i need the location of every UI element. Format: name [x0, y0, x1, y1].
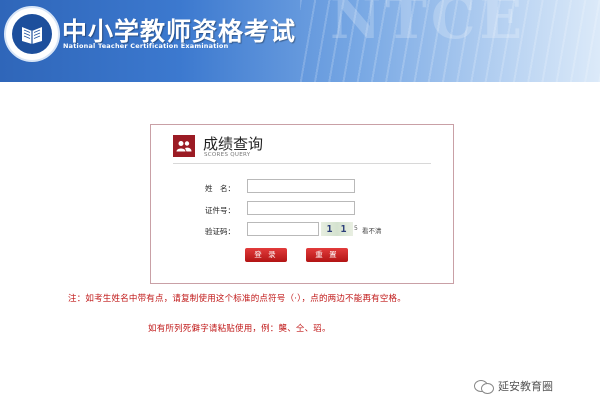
banner-subtitle: National Teacher Certification Examinati…: [63, 42, 229, 50]
users-icon: [173, 135, 195, 157]
logo-icon: [4, 6, 60, 62]
name-input[interactable]: [247, 179, 355, 193]
banner-watermark: NTCE: [330, 0, 527, 52]
id-number-input[interactable]: [247, 201, 355, 215]
header-banner: NTCE 中小学教师资格考试 National Teacher Certific…: [0, 0, 600, 82]
reset-button[interactable]: 重 置: [306, 248, 348, 262]
id-label: 证件号：: [205, 206, 235, 215]
note-rare-characters: 如有所列死僻字请粘贴使用，例：龑、仝、瑫。: [148, 324, 331, 334]
panel-divider: [173, 163, 431, 164]
login-button[interactable]: 登 录: [245, 248, 287, 262]
wechat-icon: [474, 379, 494, 394]
captcha-input[interactable]: [247, 222, 319, 236]
name-label: 姓 名：: [205, 184, 235, 193]
footer-label: 延安教育圈: [498, 380, 553, 393]
panel-subtitle: SCORES QUERY: [204, 152, 251, 158]
captcha-suffix: 5: [354, 225, 358, 232]
captcha-label: 验证码：: [205, 227, 235, 236]
note-dot-symbol: 注：如考生姓名中带有点，请复制使用这个标准的点符号（·），点的两边不能再有空格。: [68, 294, 406, 304]
captcha-image[interactable]: 1 1: [321, 222, 353, 236]
score-query-panel: 成绩查询 SCORES QUERY 姓 名： 证件号： 验证码： 1 1 5 看…: [150, 124, 454, 284]
footer-watermark: 延安教育圈: [474, 378, 553, 394]
panel-title: 成绩查询: [203, 135, 264, 153]
captcha-refresh-link[interactable]: 看不清: [362, 225, 382, 235]
